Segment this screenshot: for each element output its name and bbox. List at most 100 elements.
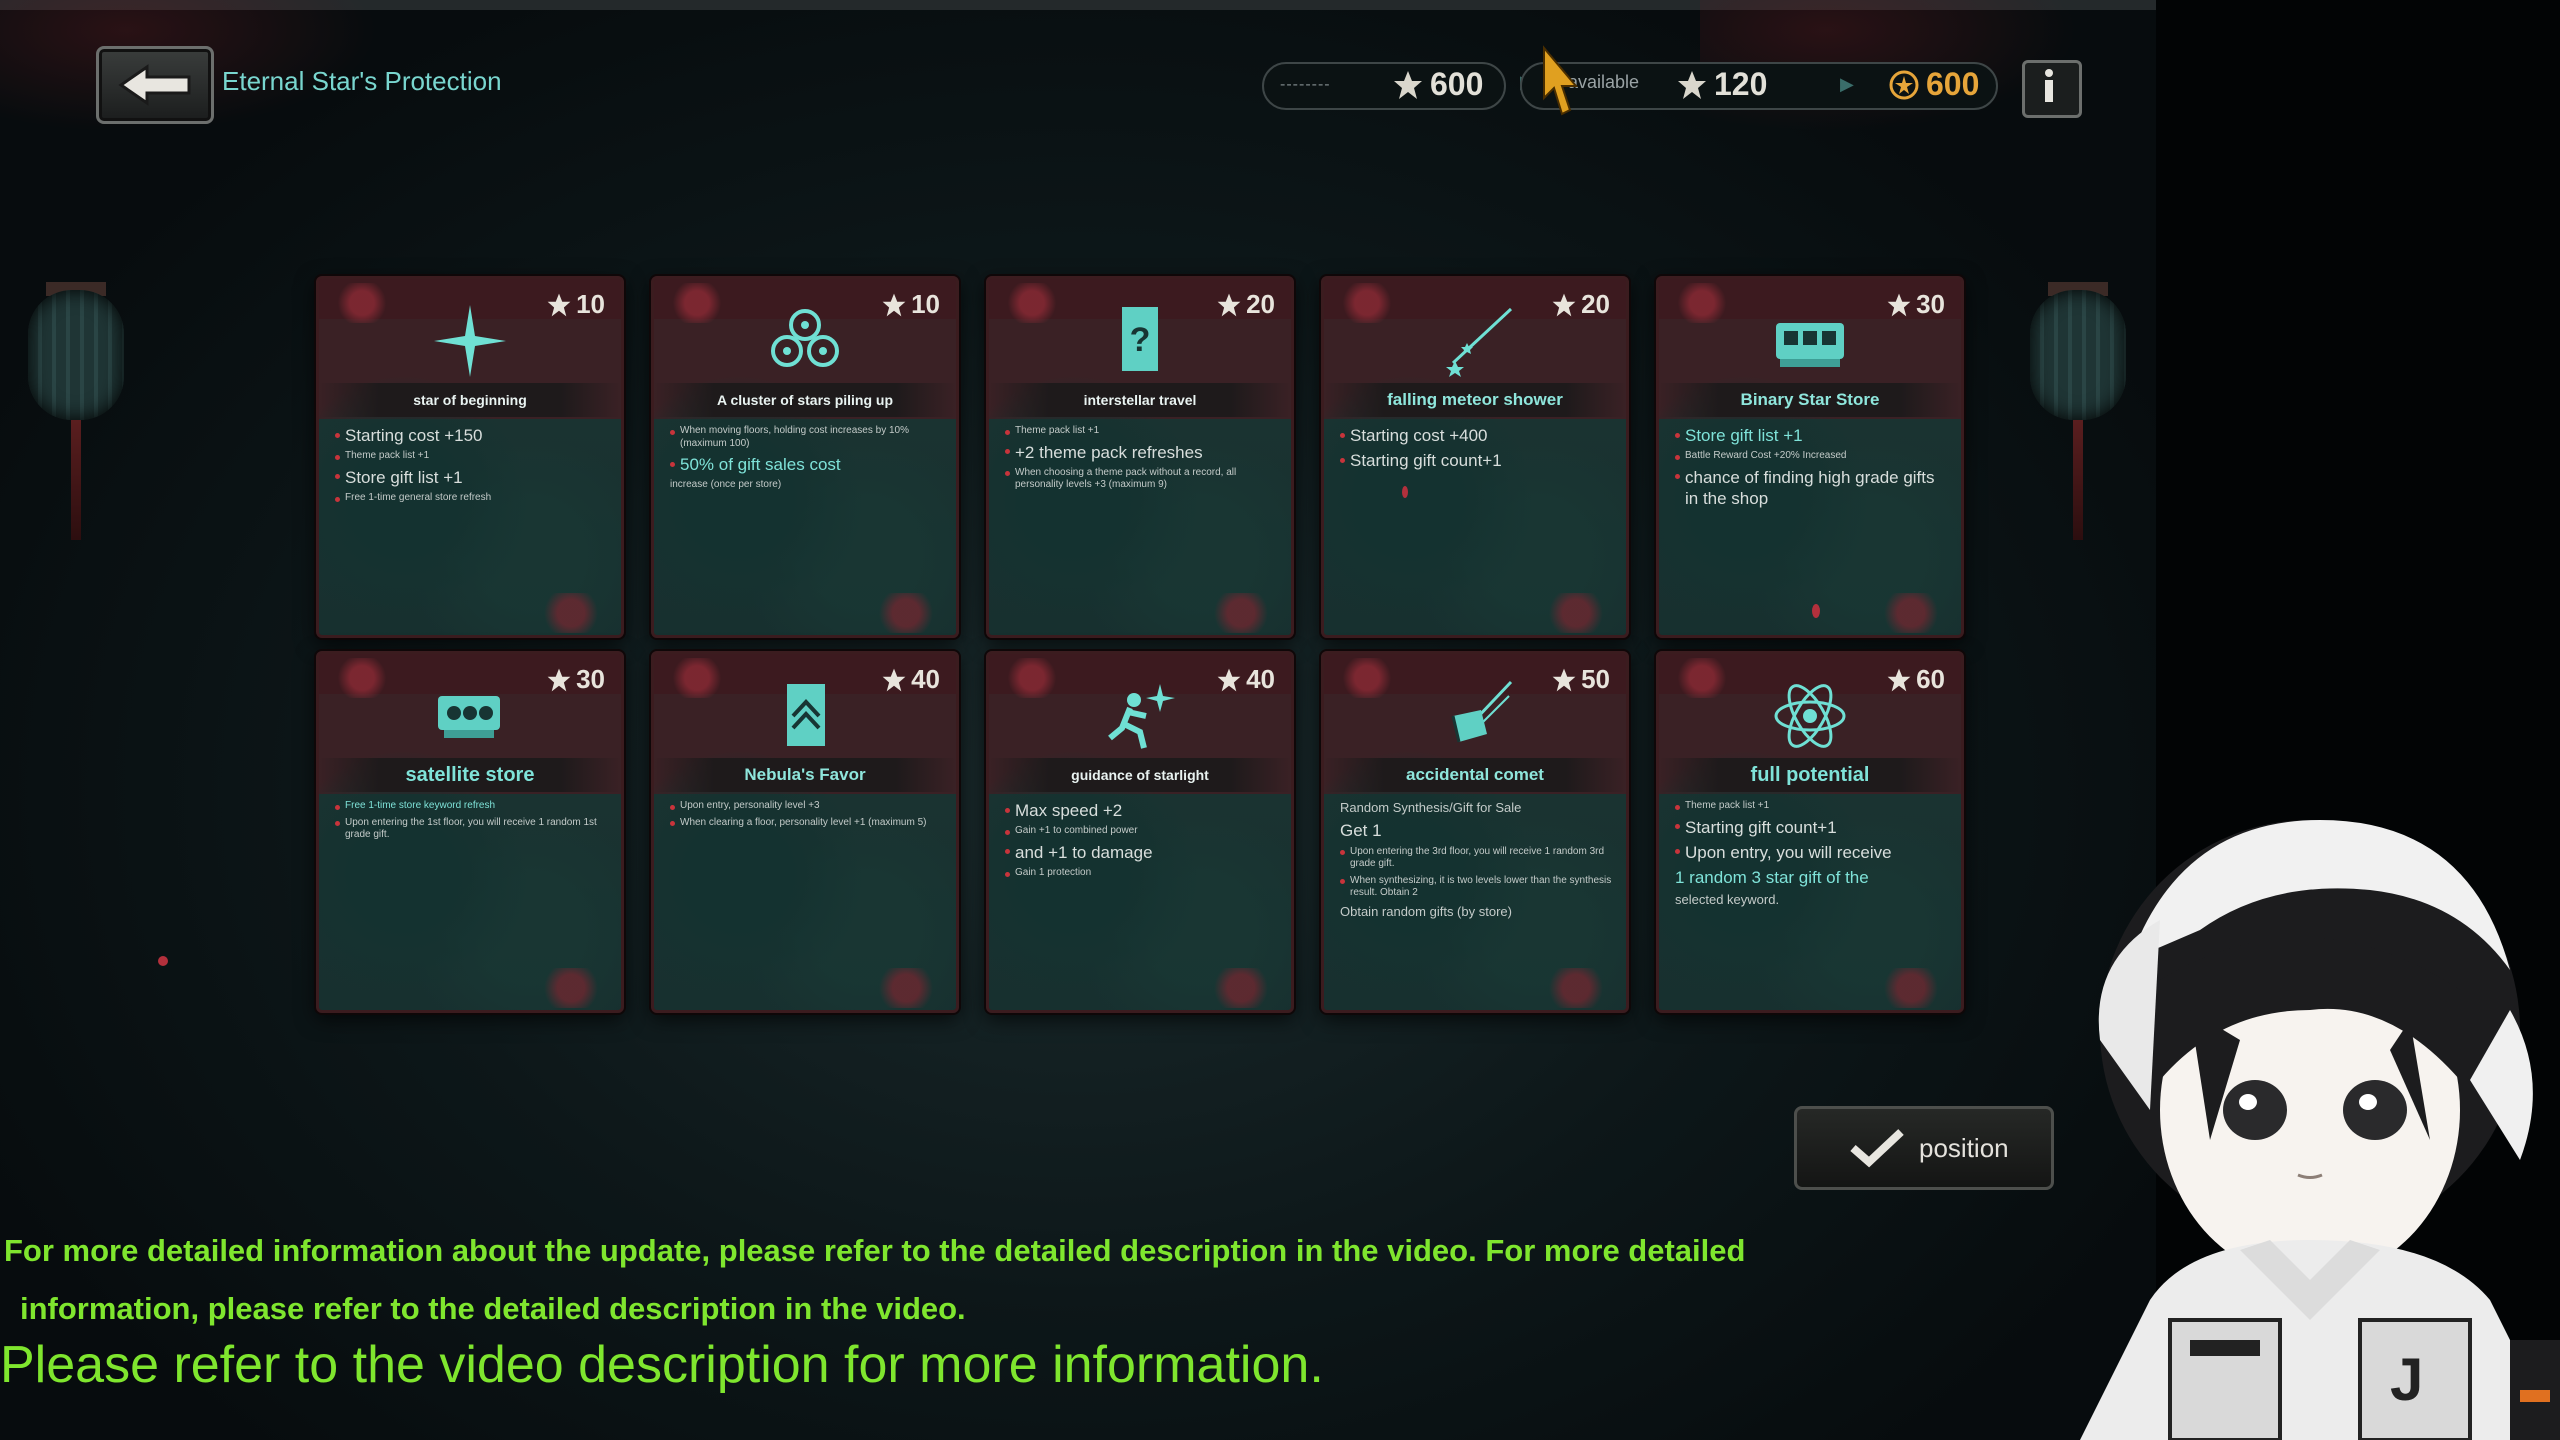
triangle-right-icon: ▶ (1840, 74, 1854, 94)
card-cost: 40 (881, 664, 940, 695)
card-cost: 10 (546, 289, 605, 320)
svg-text:?: ? (1130, 321, 1151, 359)
card-full-potential[interactable]: 60 full potential Theme pack list +1 Starti… (1656, 651, 1964, 1013)
card-cost: 10 (881, 289, 940, 320)
card-name-band: interstellar travel (989, 383, 1291, 417)
blossom-decoration (1201, 968, 1281, 1008)
coin-counter: 600 (1888, 66, 1979, 103)
card-name: falling meteor shower (1387, 390, 1563, 409)
card-binary-star-store[interactable]: 30 Binary Star Store Store gift list +1 Bat… (1656, 276, 1964, 638)
mystery-card-icon: ? (1100, 301, 1180, 381)
blossom-decoration (1201, 593, 1281, 633)
info-button[interactable] (2022, 60, 2082, 118)
card-effect-line: +2 theme pack refreshes (1005, 442, 1281, 463)
starlight-icon (1394, 70, 1422, 99)
available-bar: available 120 ▶ 600 (1520, 62, 1998, 110)
blossom-decoration (662, 658, 732, 698)
card-accidental-comet[interactable]: 50 accidental comet Random Synthesis/Gift … (1321, 651, 1629, 1013)
blossom-decoration (866, 593, 946, 633)
blossom-decoration (997, 658, 1067, 698)
card-name-band: Nebula's Favor (654, 758, 956, 792)
nebula-banner-icon (765, 676, 845, 756)
coin-value: 600 (1926, 66, 1980, 102)
card-effects: Starting cost +150 Theme pack list +1 Stor… (335, 425, 611, 509)
card-cost-value: 30 (1916, 289, 1945, 319)
lantern-tassel-left (71, 420, 81, 540)
card-effect-line: Gain 1 protection (1005, 867, 1281, 880)
starlight-icon (882, 668, 906, 691)
card-name: A cluster of stars piling up (716, 392, 894, 408)
subtitle-line-3: Please refer to the video description fo… (0, 1336, 1324, 1394)
card-effects: Store gift list +1 Battle Reward Cost +20… (1675, 425, 1951, 513)
starlight-icon (1678, 70, 1706, 99)
card-effects: Theme pack list +1 Starting gift count+1 U… (1675, 800, 1951, 913)
card-name: interstellar travel (1083, 392, 1197, 408)
subtitle-line-1: For more detailed information about the … (4, 1233, 1746, 1268)
card-name: Binary Star Store (1740, 390, 1880, 409)
starlight-available-value: 120 (1714, 66, 1768, 102)
star-sparkle-icon (430, 301, 510, 381)
card-name: Nebula's Favor (744, 765, 866, 784)
card-effect-line: When moving floors, holding cost increas… (670, 425, 946, 450)
card-effect-line: Starting cost +400 (1340, 425, 1616, 446)
card-effect-line: When clearing a floor, personality level… (670, 817, 946, 830)
card-effects: Free 1-time store keyword refresh Upon en… (335, 800, 611, 846)
blossom-decoration (531, 968, 611, 1008)
card-cost-value: 20 (1246, 289, 1275, 319)
starlight-icon (1217, 293, 1241, 316)
card-name: guidance of starlight (1071, 767, 1209, 783)
card-name-band: A cluster of stars piling up (654, 383, 956, 417)
card-cost-value: 40 (911, 664, 940, 694)
blossom-decoration (997, 283, 1067, 323)
card-effect-line: Upon entering the 1st floor, you will re… (335, 817, 611, 842)
card-effect-line: Gain +1 to combined power (1005, 825, 1281, 838)
card-cost: 30 (1886, 289, 1945, 320)
card-effect-line: chance of finding high grade gifts in th… (1675, 467, 1951, 510)
page-title: Eternal Star's Protection (222, 66, 502, 96)
card-effect-line: Max speed +2 (1005, 800, 1281, 821)
blossom-decoration (1667, 283, 1737, 323)
starlight-total-bar: -------- 600 (1262, 62, 1506, 110)
blossom-decoration (531, 593, 611, 633)
blossom-decoration (1536, 968, 1616, 1008)
card-name: star of beginning (413, 392, 527, 408)
binary-star-store-icon (1770, 301, 1850, 381)
star-cluster-icon (765, 301, 845, 381)
starlight-total-value: 600 (1430, 66, 1484, 102)
card-a-cluster-of-stars-piling-up[interactable]: 10 A cluster of stars piling up When movin… (651, 276, 959, 638)
card-nebula-s-favor[interactable]: 40 Nebula's Favor Upon entry, personality … (651, 651, 959, 1013)
starlight-available: 120 (1676, 66, 1767, 103)
card-effects: Starting cost +400 Starting gift count+1 (1340, 425, 1616, 476)
card-falling-meteor-shower[interactable]: 20 falling meteor shower Starting cost +40… (1321, 276, 1629, 638)
blossom-decoration (866, 968, 946, 1008)
info-icon (2045, 69, 2053, 102)
lantern-left (28, 290, 124, 420)
card-effect-line: Theme pack list +1 (1005, 425, 1281, 438)
card-cost: 30 (546, 664, 605, 695)
card-effect-line: Store gift list +1 (335, 467, 611, 488)
lantern-tassel-right (2073, 420, 2083, 540)
card-effects: Max speed +2 Gain +1 to combined power and… (1005, 800, 1281, 884)
starlight-icon (547, 293, 571, 316)
card-effect-line: Starting gift count+1 (1340, 450, 1616, 471)
card-effect-line: and +1 to damage (1005, 842, 1281, 863)
petal (1812, 604, 1820, 618)
blossom-decoration (1536, 593, 1616, 633)
starlight-icon (547, 668, 571, 691)
card-interstellar-travel[interactable]: 20? interstellar travel Theme pack list +1… (986, 276, 1294, 638)
svg-text:J: J (2390, 1346, 2423, 1413)
position-label: position (1919, 1132, 2009, 1163)
atom-potential-icon (1770, 676, 1850, 756)
position-button[interactable]: position (1794, 1106, 2054, 1190)
card-cost-value: 10 (911, 289, 940, 319)
card-cost-value: 20 (1581, 289, 1610, 319)
card-effect-line: Free 1-time store keyword refresh (335, 800, 611, 813)
card-effect-line: Store gift list +1 (1675, 425, 1951, 446)
starlight-icon (1887, 293, 1911, 316)
card-star-of-beginning[interactable]: 10 star of beginning Starting cost +150 The… (316, 276, 624, 638)
card-satellite-store[interactable]: 30 satellite store Free 1-time store keywo… (316, 651, 624, 1013)
blossom-decoration (1332, 283, 1402, 323)
coin-icon (1889, 70, 1919, 99)
back-button[interactable] (96, 46, 214, 124)
card-guidance-of-starlight[interactable]: 40 guidance of starlight Max speed +2 Gain … (986, 651, 1294, 1013)
